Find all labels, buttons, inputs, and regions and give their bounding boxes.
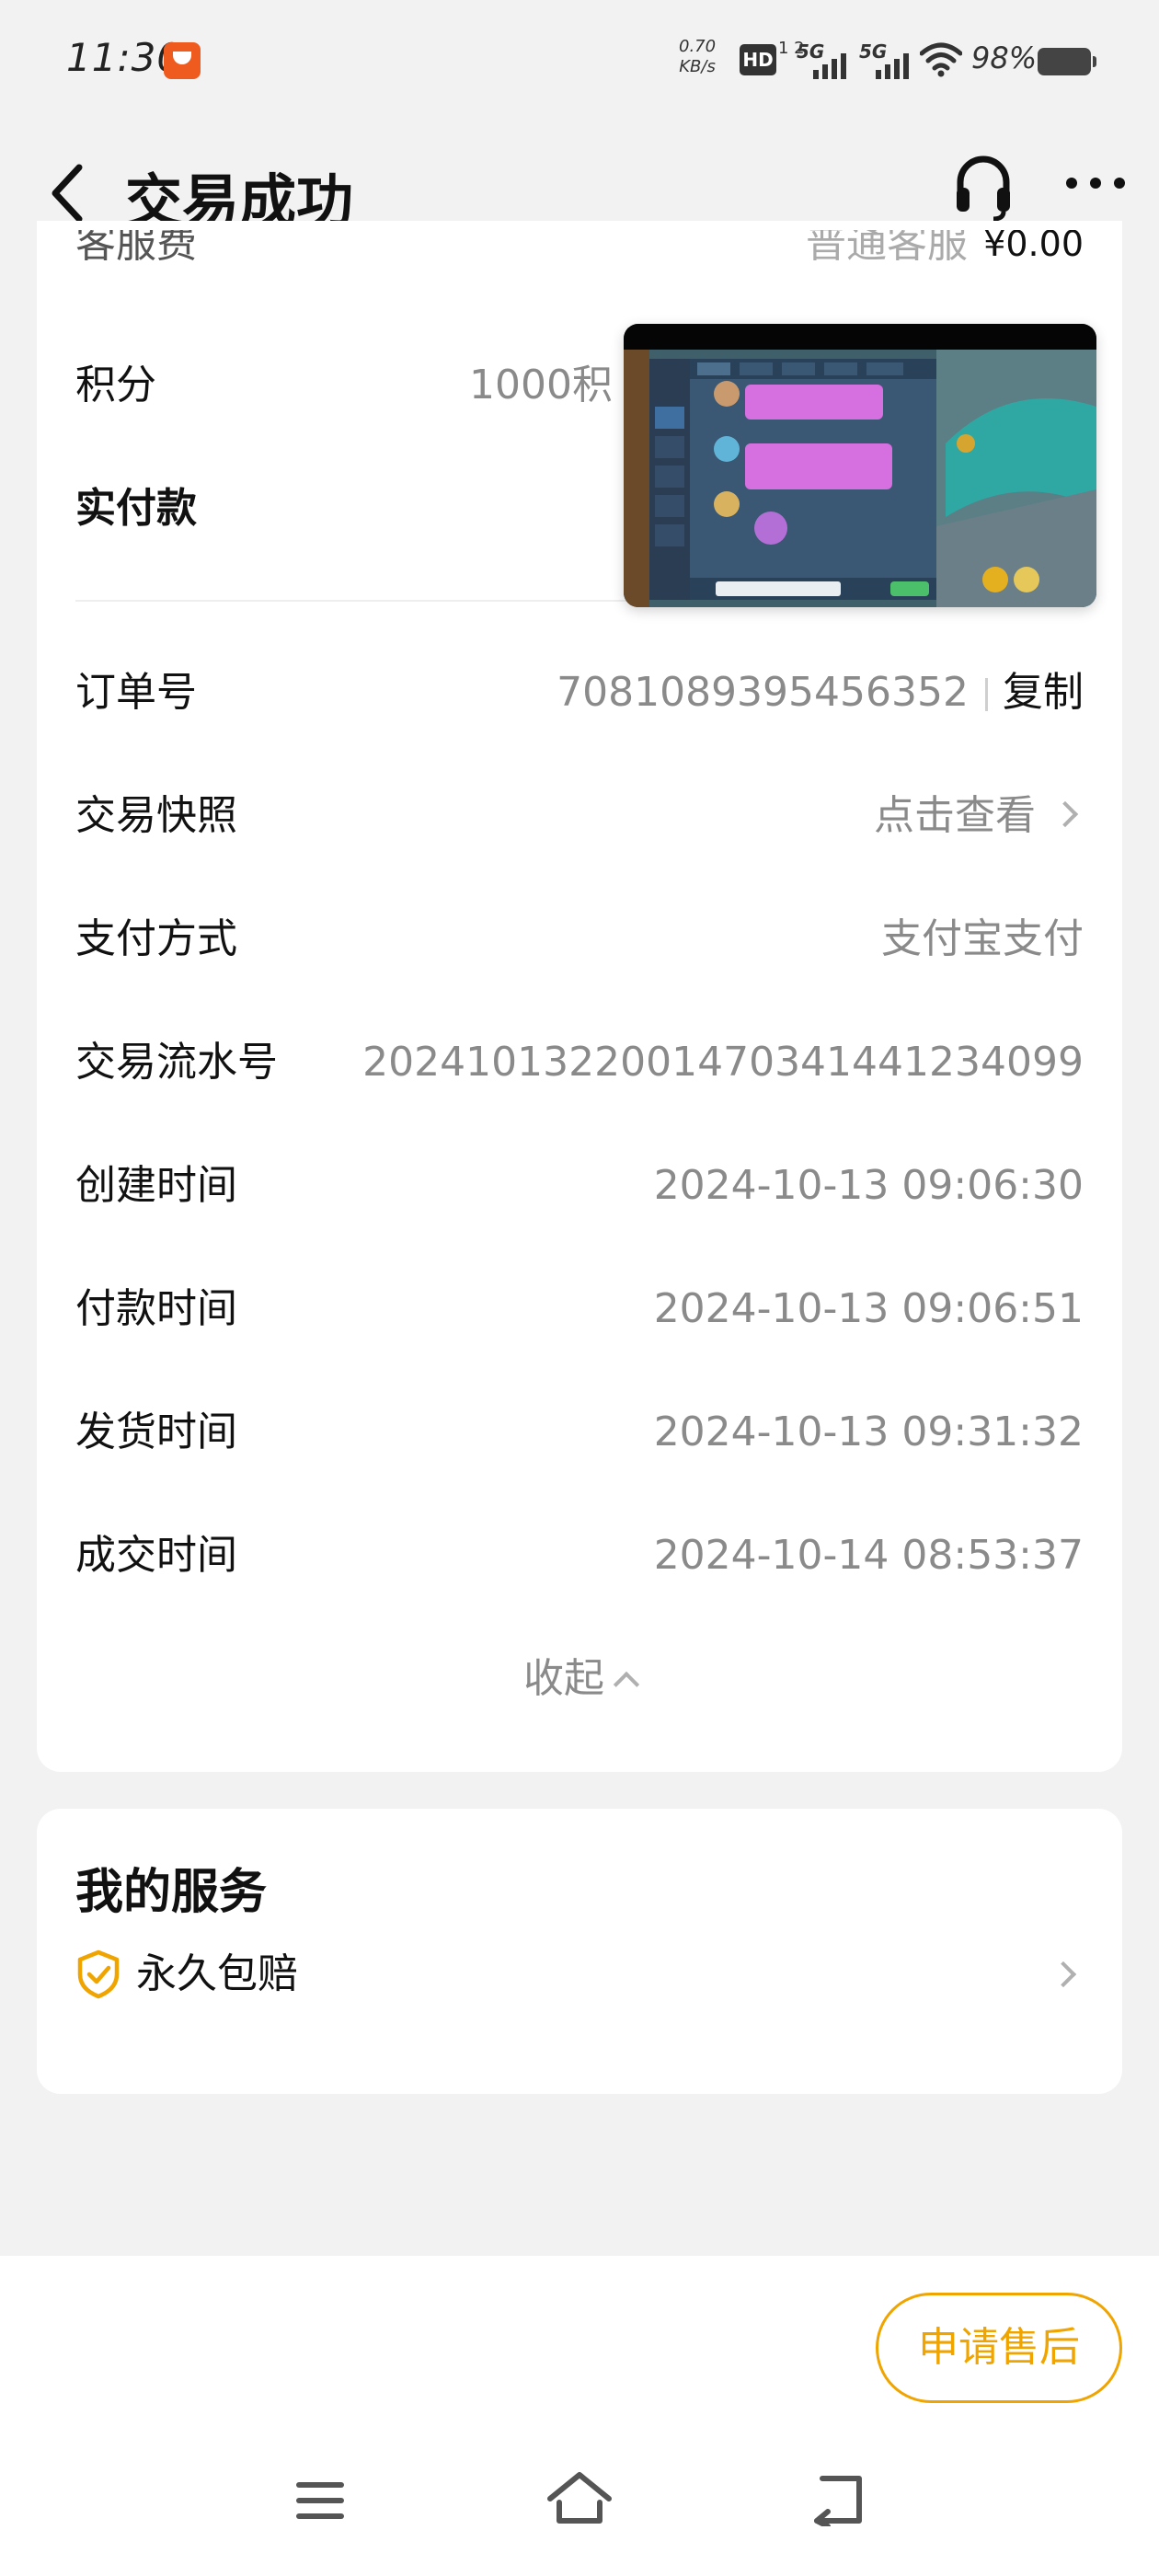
battery-level: 98% [971, 40, 1038, 75]
shipped-time-value: 2024-10-13 09:31:32 [653, 1409, 1084, 1455]
snapshot-link[interactable]: 点击查看 [874, 792, 1036, 839]
transaction-id-label: 交易流水号 [75, 1039, 278, 1086]
headset-icon[interactable] [951, 151, 1016, 221]
copy-separator [985, 678, 988, 711]
paid-time-row: 付款时间 2024-10-13 09:06:51 [75, 1277, 1084, 1341]
service-fee-row: 客服费 普通客服 ¥0.00 [75, 230, 1084, 276]
payment-method-value: 支付宝支付 [881, 915, 1084, 962]
collapse-label[interactable]: 收起 [523, 1655, 604, 1702]
created-time-label: 创建时间 [75, 1162, 237, 1209]
service-item-label: 永久包赔 [136, 1950, 298, 1997]
points-label: 积分 [75, 362, 156, 408]
game-screenshot-image [624, 324, 1096, 607]
order-number-row: 订单号 7081089395456352 复制 [75, 661, 1084, 725]
chevron-right-icon [1050, 1961, 1077, 1988]
network-speed-unit: KB/s [679, 57, 716, 76]
snapshot-label: 交易快照 [75, 792, 237, 839]
service-item-permanent-guarantee[interactable]: 永久包赔 [75, 1939, 1084, 2013]
chevron-up-icon [613, 1671, 640, 1698]
bottom-action-bar: 申请售后 [0, 2256, 1159, 2576]
signal-1-label: 5G [797, 40, 825, 63]
shield-check-icon [77, 1949, 120, 1999]
order-number-label: 订单号 [75, 669, 197, 716]
menu-icon[interactable] [294, 2478, 346, 2523]
completed-time-label: 成交时间 [75, 1532, 237, 1579]
shipped-time-row: 发货时间 2024-10-13 09:31:32 [75, 1400, 1084, 1465]
status-bar: 11:30 0.70 KB/s HD 1 2 5G 5G 98% [0, 0, 1159, 120]
paid-amount-label: 实付款 [75, 485, 197, 532]
transaction-id-value: 2024101322001470341441234099 [362, 1039, 1084, 1086]
snapshot-row[interactable]: 交易快照 点击查看 [75, 784, 1084, 848]
services-title: 我的服务 [75, 1865, 268, 1920]
signal-2-label: 5G [859, 40, 888, 63]
completed-time-row: 成交时间 2024-10-14 08:53:37 [75, 1524, 1084, 1588]
shipped-time-label: 发货时间 [75, 1409, 237, 1455]
more-icon[interactable] [1063, 173, 1128, 193]
network-speed-value: 0.70 [679, 37, 717, 56]
service-fee-label: 客服费 [75, 230, 197, 267]
home-icon[interactable] [546, 2469, 613, 2526]
order-number-value-wrap: 7081089395456352 复制 [557, 661, 1084, 725]
signal-1-icon: 5G [797, 40, 852, 79]
created-time-row: 创建时间 2024-10-13 09:06:30 [75, 1154, 1084, 1218]
completed-time-value: 2024-10-14 08:53:37 [653, 1532, 1084, 1579]
back-icon[interactable] [42, 158, 98, 228]
snapshot-value-wrap[interactable]: 点击查看 [874, 784, 1084, 848]
app-notification-icon [164, 42, 201, 79]
battery-icon [1038, 48, 1096, 75]
collapse-toggle[interactable]: 收起 [37, 1647, 1122, 1711]
floating-video-thumbnail[interactable] [624, 324, 1096, 607]
payment-method-row: 支付方式 支付宝支付 [75, 907, 1084, 972]
transaction-id-row: 交易流水号 2024101322001470341441234099 [75, 1030, 1084, 1095]
hd-icon: HD [740, 44, 776, 75]
service-fee-type: 普通客服 [806, 230, 968, 267]
copy-button[interactable]: 复制 [1003, 669, 1084, 716]
wifi-icon [920, 42, 962, 77]
points-value: 1000积 [469, 362, 613, 408]
created-time-value: 2024-10-13 09:06:30 [653, 1162, 1084, 1209]
back-nav-icon[interactable] [809, 2473, 866, 2526]
after-sale-button[interactable]: 申请售后 [876, 2293, 1122, 2403]
my-services-card: 我的服务 永久包赔 [37, 1809, 1122, 2094]
paid-time-label: 付款时间 [75, 1285, 237, 1332]
network-speed: 0.70 KB/s [679, 37, 716, 77]
paid-time-value: 2024-10-13 09:06:51 [653, 1285, 1084, 1332]
service-fee-amount: ¥0.00 [983, 230, 1084, 264]
order-number-value: 7081089395456352 [557, 669, 969, 716]
signal-2-icon: 5G [859, 40, 914, 79]
payment-method-label: 支付方式 [75, 915, 237, 962]
chevron-right-icon [1051, 800, 1079, 828]
